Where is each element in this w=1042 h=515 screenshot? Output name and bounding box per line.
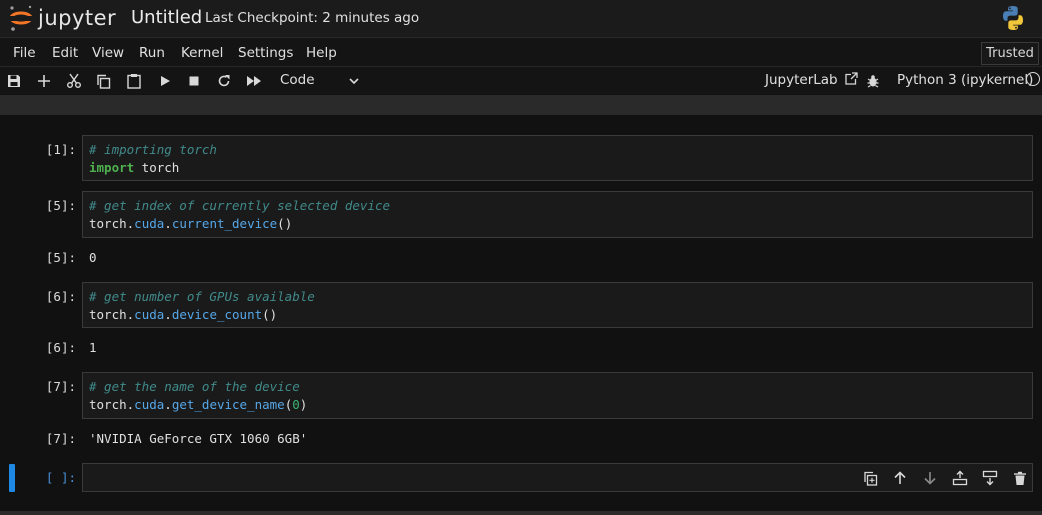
chevron-down-icon <box>348 74 360 92</box>
trusted-indicator[interactable]: Trusted <box>981 42 1039 65</box>
cell-2-input-prompt: [5]: <box>45 198 76 213</box>
menu-file[interactable]: File <box>13 45 36 61</box>
run-all-icon[interactable] <box>245 72 263 90</box>
kernel-name[interactable]: Python 3 (ipykernel) <box>897 72 1033 88</box>
move-down-icon[interactable] <box>921 469 939 487</box>
code-text: torch <box>134 160 180 175</box>
cut-icon[interactable] <box>65 72 83 90</box>
checkpoint-status: Last Checkpoint: 2 minutes ago <box>205 10 420 26</box>
code-object: torch <box>89 397 127 412</box>
menu-edit[interactable]: Edit <box>52 45 78 61</box>
paste-icon[interactable] <box>125 72 143 90</box>
cell-2-output-prompt: [5]: <box>45 250 76 265</box>
cell-type-value: Code <box>280 72 315 88</box>
active-cell-marker <box>9 464 15 492</box>
code-dot: . <box>164 307 172 322</box>
code-attribute: cuda <box>134 216 165 231</box>
code-attribute: cuda <box>134 397 165 412</box>
insert-above-icon[interactable] <box>951 469 969 487</box>
menu-run[interactable]: Run <box>139 45 165 61</box>
copy-icon[interactable] <box>94 72 112 90</box>
code-attribute: cuda <box>134 307 165 322</box>
top-header: jupyter Untitled Last Checkpoint: 2 minu… <box>0 0 1042 38</box>
code-function: current_device <box>171 216 278 231</box>
code-comment: # get number of GPUs available <box>89 289 315 304</box>
code-paren-close: ) <box>299 397 308 412</box>
cell-3-input[interactable]: # get number of GPUs available torch.cud… <box>82 282 1033 328</box>
code-comment: # get index of currently selected device <box>89 198 391 213</box>
python-logo-icon <box>999 4 1027 36</box>
restart-icon[interactable] <box>215 72 233 90</box>
cell-4-output: 'NVIDIA GeForce GTX 1060 6GB' <box>89 431 308 446</box>
add-cell-icon[interactable] <box>35 72 53 90</box>
notebook-title[interactable]: Untitled <box>131 7 202 28</box>
run-icon[interactable] <box>156 72 174 90</box>
empty-cell-prompt: [ ]: <box>45 470 76 485</box>
code-object: torch <box>89 307 127 322</box>
code-args: () <box>262 307 278 322</box>
cell-2-input[interactable]: # get index of currently selected device… <box>82 191 1033 238</box>
duplicate-cell-icon[interactable] <box>861 469 879 487</box>
debugger-icon[interactable] <box>866 73 880 92</box>
move-up-icon[interactable] <box>891 469 909 487</box>
code-object: torch <box>89 216 127 231</box>
code-args: () <box>277 216 293 231</box>
cell-1-input[interactable]: # importing torch import torch <box>82 135 1033 181</box>
code-number: 0 <box>292 397 300 412</box>
cell-4-input[interactable]: # get the name of the device torch.cuda.… <box>82 372 1033 419</box>
code-comment: # get the name of the device <box>89 379 300 394</box>
status-bar-edge <box>0 511 1042 515</box>
code-comment: # importing torch <box>89 142 217 157</box>
cell-1-input-prompt: [1]: <box>45 142 76 157</box>
kernel-status-icon <box>1026 72 1040 86</box>
menu-kernel[interactable]: Kernel <box>181 45 223 61</box>
cell-4-output-prompt: [7]: <box>45 431 76 446</box>
jupyterlab-link[interactable]: JupyterLab <box>765 72 858 89</box>
notebook-toolbar: Code <box>0 67 1042 94</box>
menu-bar: File Edit View Run Kernel Settings Help <box>0 38 1042 67</box>
stop-icon[interactable] <box>185 72 203 90</box>
jupyterlab-link-label: JupyterLab <box>765 72 838 88</box>
code-keyword: import <box>89 160 135 175</box>
cell-3-input-prompt: [6]: <box>45 289 76 304</box>
code-dot: . <box>164 397 172 412</box>
cell-2-output: 0 <box>89 250 97 265</box>
jupyter-logo-icon <box>8 5 34 31</box>
code-function: device_count <box>171 307 263 322</box>
cell-3-output-prompt: [6]: <box>45 340 76 355</box>
logo-text: jupyter <box>38 6 117 30</box>
jupyter-logo[interactable]: jupyter <box>8 4 118 32</box>
menu-help[interactable]: Help <box>306 45 337 61</box>
code-function: get_device_name <box>171 397 285 412</box>
save-icon[interactable] <box>5 72 23 90</box>
cell-type-select[interactable]: Code <box>272 71 364 91</box>
cell-3-output: 1 <box>89 340 97 355</box>
menu-settings[interactable]: Settings <box>238 45 293 61</box>
toolbar-separator <box>0 95 1042 115</box>
code-dot: . <box>164 216 172 231</box>
delete-cell-icon[interactable] <box>1011 469 1029 487</box>
insert-below-icon[interactable] <box>981 469 999 487</box>
menu-view[interactable]: View <box>92 45 124 61</box>
external-link-icon <box>845 72 858 89</box>
cell-4-input-prompt: [7]: <box>45 379 76 394</box>
